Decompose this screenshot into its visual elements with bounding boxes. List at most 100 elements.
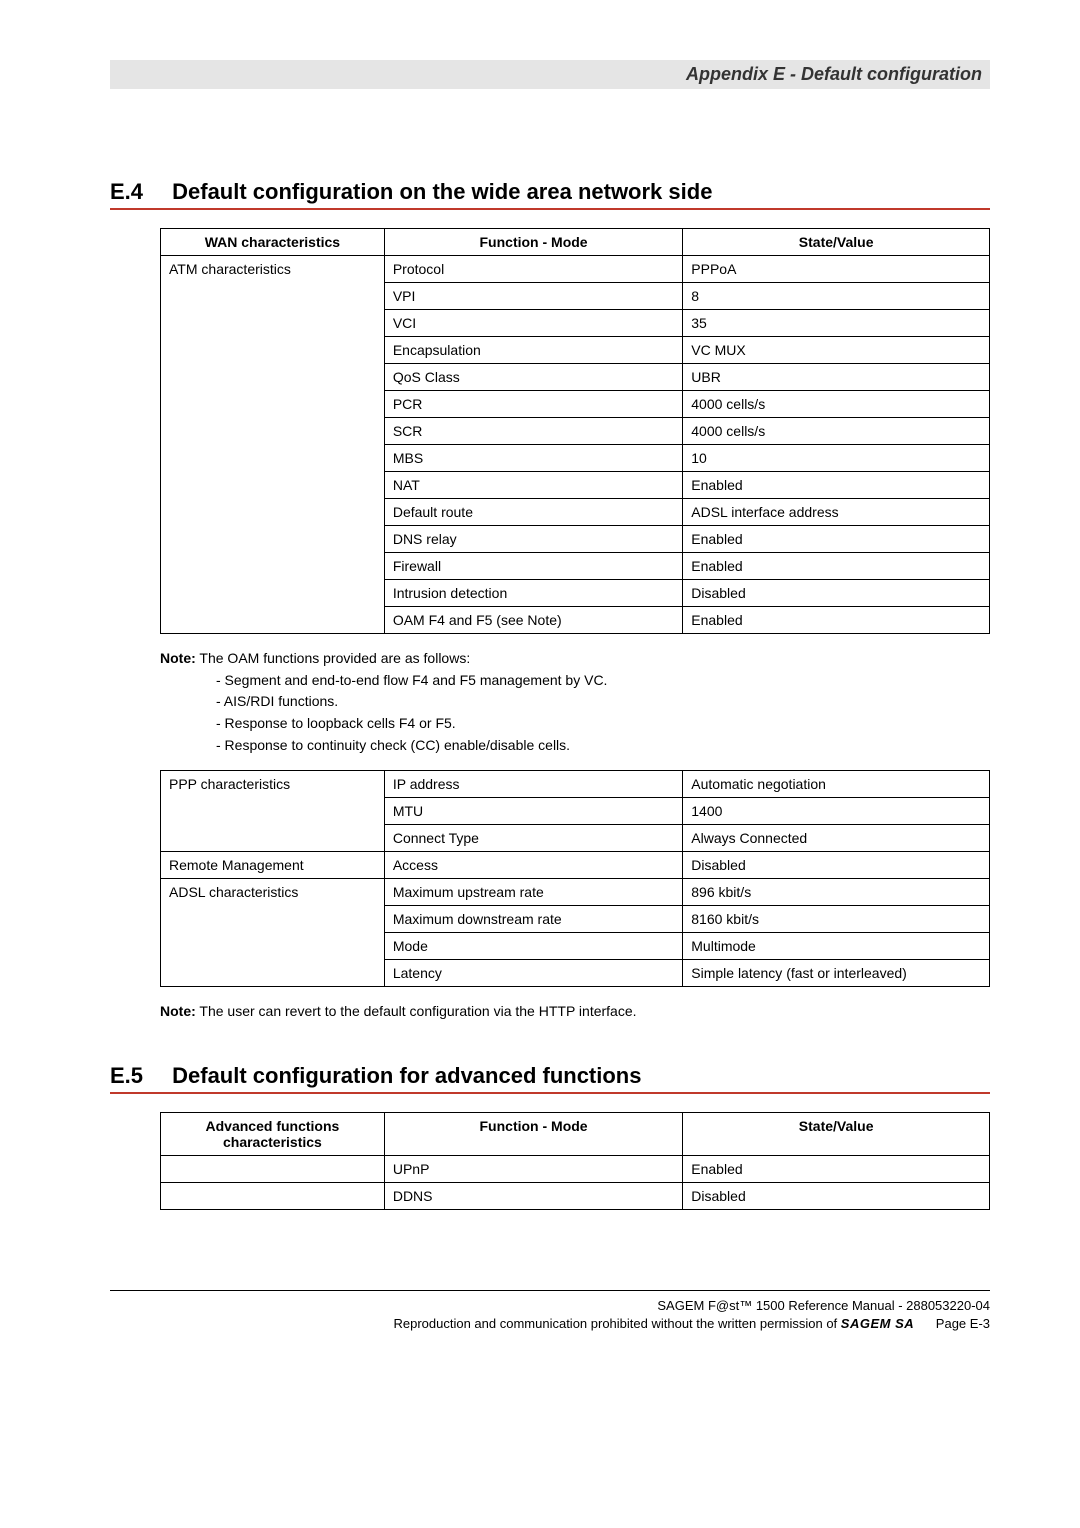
note-intro: The OAM functions provided are as follow… [199, 650, 470, 666]
table-cell: PPPoA [683, 256, 990, 283]
table-cell [161, 607, 385, 634]
note-label: Note: [160, 1003, 196, 1019]
section-e5-heading: E.5 Default configuration for advanced f… [110, 1063, 990, 1094]
table-cell [161, 391, 385, 418]
table-cell: NAT [384, 472, 682, 499]
table-cell: MBS [384, 445, 682, 472]
table-cell: UPnP [384, 1156, 682, 1183]
table-cell: 8 [683, 283, 990, 310]
table-cell: ADSL interface address [683, 499, 990, 526]
table-cell [161, 933, 385, 960]
th: State/Value [683, 1113, 990, 1156]
table-cell: 896 kbit/s [683, 879, 990, 906]
table-cell: Enabled [683, 472, 990, 499]
table-cell: Protocol [384, 256, 682, 283]
table-cell: ATM characteristics [161, 256, 385, 283]
table-cell: IP address [384, 771, 682, 798]
table-cell: 35 [683, 310, 990, 337]
table-cell: VPI [384, 283, 682, 310]
th: Advanced functions characteristics [161, 1113, 385, 1156]
table-cell: Enabled [683, 553, 990, 580]
table-cell: Simple latency (fast or interleaved) [683, 960, 990, 987]
table-cell: DDNS [384, 1183, 682, 1210]
table-cell: Encapsulation [384, 337, 682, 364]
th: WAN characteristics [161, 229, 385, 256]
table-cell: Firewall [384, 553, 682, 580]
footer-line1: SAGEM F@st™ 1500 Reference Manual - 2880… [110, 1297, 990, 1315]
section-e4-num: E.4 [110, 179, 166, 205]
table-cell: Automatic negotiation [683, 771, 990, 798]
table-cell: Enabled [683, 607, 990, 634]
note-bullet: - Response to loopback cells F4 or F5. [216, 713, 990, 735]
section-e4-title: Default configuration on the wide area n… [172, 179, 712, 204]
table-cell: Disabled [683, 1183, 990, 1210]
e4-table1: WAN characteristics Function - Mode Stat… [160, 228, 990, 634]
table-cell: Maximum downstream rate [384, 906, 682, 933]
section-e4-heading: E.4 Default configuration on the wide ar… [110, 179, 990, 210]
section-e5-title: Default configuration for advanced funct… [172, 1063, 641, 1088]
table-cell: MTU [384, 798, 682, 825]
table-cell: Connect Type [384, 825, 682, 852]
table-cell: PCR [384, 391, 682, 418]
table-cell: Access [384, 852, 682, 879]
note-bullet: - Response to continuity check (CC) enab… [216, 735, 990, 757]
table-cell: Enabled [683, 1156, 990, 1183]
table-cell: VC MUX [683, 337, 990, 364]
e4-note1: Note: The OAM functions provided are as … [160, 648, 990, 756]
table-cell [161, 906, 385, 933]
page-footer: SAGEM F@st™ 1500 Reference Manual - 2880… [110, 1290, 990, 1333]
table-cell [161, 418, 385, 445]
table-cell [161, 798, 385, 825]
table-cell: Maximum upstream rate [384, 879, 682, 906]
table-cell: 4000 cells/s [683, 391, 990, 418]
table-cell: Intrusion detection [384, 580, 682, 607]
table-cell: Latency [384, 960, 682, 987]
table-cell: 10 [683, 445, 990, 472]
th: State/Value [683, 229, 990, 256]
table-cell: Always Connected [683, 825, 990, 852]
table-cell: Multimode [683, 933, 990, 960]
note-text: The user can revert to the default confi… [199, 1003, 636, 1019]
table-cell: Enabled [683, 526, 990, 553]
table-cell [161, 1156, 385, 1183]
table-cell: 4000 cells/s [683, 418, 990, 445]
table-cell [161, 310, 385, 337]
table-cell: Default route [384, 499, 682, 526]
table-cell: ADSL characteristics [161, 879, 385, 906]
e4-note2: Note: The user can revert to the default… [160, 1001, 990, 1023]
table-cell: 1400 [683, 798, 990, 825]
table-cell: Disabled [683, 580, 990, 607]
note-bullet: - Segment and end-to-end flow F4 and F5 … [216, 670, 990, 692]
table-cell: Mode [384, 933, 682, 960]
table-cell [161, 337, 385, 364]
table-cell [161, 553, 385, 580]
e4-table2: PPP characteristicsIP addressAutomatic n… [160, 770, 990, 987]
e5-table: Advanced functions characteristics Funct… [160, 1112, 990, 1210]
note-label: Note: [160, 650, 196, 666]
table-cell [161, 526, 385, 553]
table-cell: UBR [683, 364, 990, 391]
table-cell [161, 580, 385, 607]
table-cell: OAM F4 and F5 (see Note) [384, 607, 682, 634]
table-cell: QoS Class [384, 364, 682, 391]
table-cell [161, 364, 385, 391]
appendix-header: Appendix E - Default configuration [110, 60, 990, 89]
footer-line2: Reproduction and communication prohibite… [110, 1315, 990, 1333]
table-cell: 8160 kbit/s [683, 906, 990, 933]
table-cell: Disabled [683, 852, 990, 879]
note-bullet: - AIS/RDI functions. [216, 691, 990, 713]
table-cell [161, 283, 385, 310]
table-cell [161, 960, 385, 987]
th: Function - Mode [384, 229, 682, 256]
th: Function - Mode [384, 1113, 682, 1156]
table-cell [161, 825, 385, 852]
table-cell: PPP characteristics [161, 771, 385, 798]
section-e5-num: E.5 [110, 1063, 166, 1089]
table-cell [161, 472, 385, 499]
table-cell [161, 499, 385, 526]
table-cell: DNS relay [384, 526, 682, 553]
table-cell [161, 1183, 385, 1210]
table-cell [161, 445, 385, 472]
table-cell: VCI [384, 310, 682, 337]
table-cell: Remote Management [161, 852, 385, 879]
